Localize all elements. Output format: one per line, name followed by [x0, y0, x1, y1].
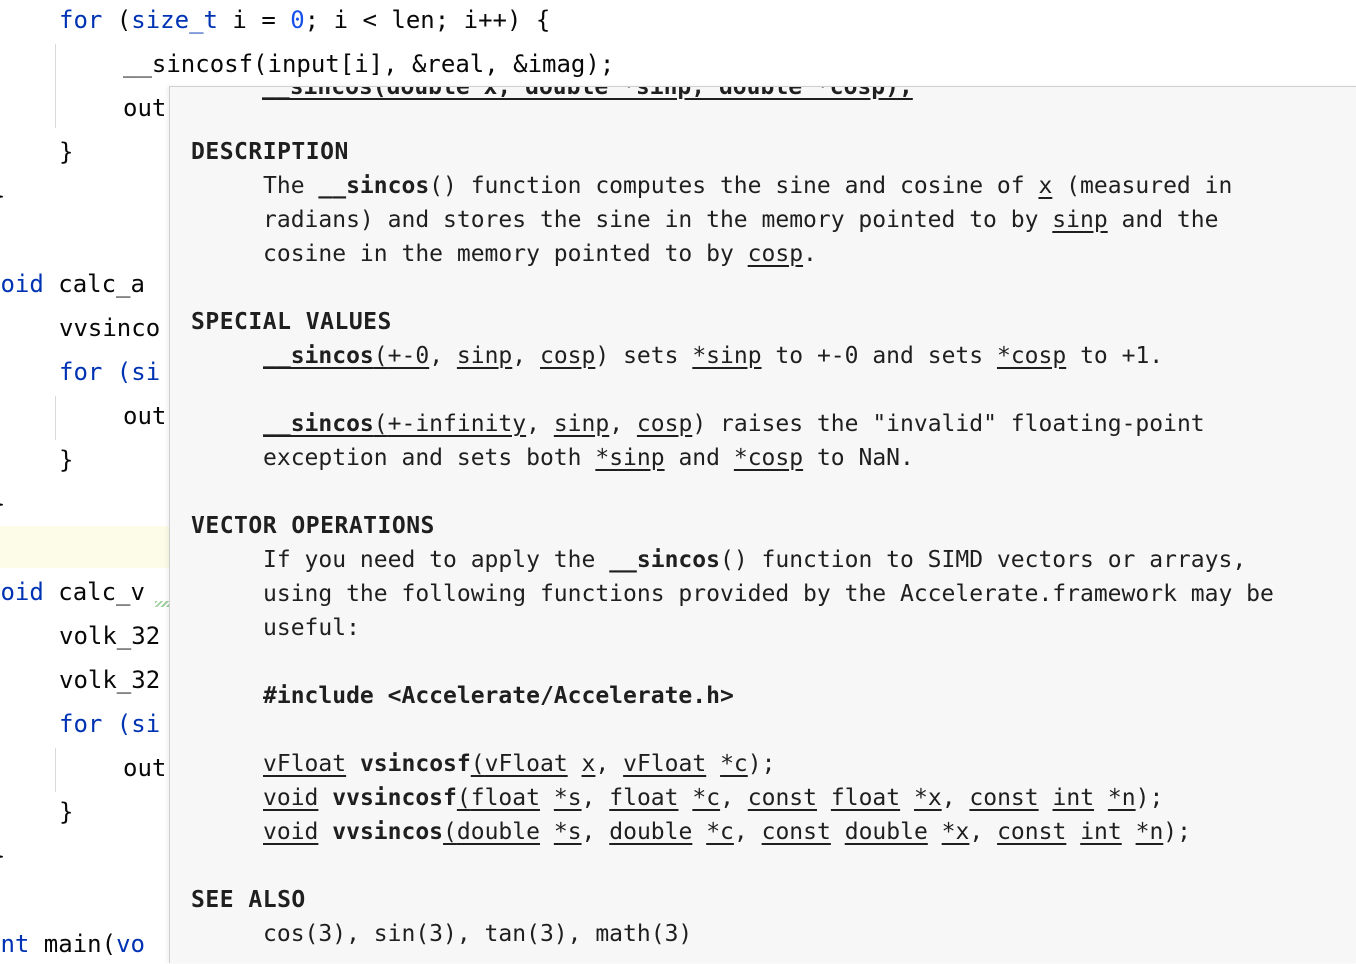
function-signature: void vvsincos(double *s, double *c, cons… — [263, 819, 1191, 845]
code-line[interactable]: } — [0, 484, 5, 524]
code-line[interactable]: volk_32 — [59, 616, 160, 656]
doc-text-line: exception and sets both *sinp and *cosp … — [263, 445, 914, 471]
code-line[interactable]: __sincosf(input[i], &real, &imag); — [123, 44, 614, 84]
doc-text-line: __sincos(+-infinity, sinp, cosp) raises … — [263, 411, 1205, 437]
include-directive: #include <Accelerate/Accelerate.h> — [263, 683, 734, 709]
see-also-links[interactable]: cos(3), sin(3), tan(3), math(3) — [263, 917, 692, 951]
code-line[interactable]: int main(vo — [0, 924, 145, 964]
code-line[interactable]: for (si — [59, 704, 160, 744]
code-line[interactable]: void calc_a — [0, 264, 145, 304]
doc-text-line: using the following functions provided b… — [263, 581, 1274, 607]
code-line[interactable]: out — [123, 396, 166, 436]
doc-text-line: radians) and stores the sine in the memo… — [263, 207, 1219, 233]
code-line[interactable]: } — [0, 176, 5, 216]
keyword: void — [0, 578, 44, 606]
code-line[interactable]: vvsinco — [59, 308, 160, 348]
doc-text-line: useful: — [263, 615, 360, 641]
code-line[interactable]: out — [123, 88, 166, 128]
code-line[interactable]: volk_32 — [59, 660, 160, 700]
keyword: void — [0, 270, 44, 298]
function-signature: void vvsincosf(float *s, float *c, const… — [263, 785, 1164, 811]
documentation-popup[interactable]: __sincos(double x, double *sinp, double … — [169, 86, 1356, 963]
keyword: for — [59, 710, 103, 738]
man-page-content: __sincos(double x, double *sinp, double … — [191, 87, 1274, 947]
section-heading-special-values: SPECIAL VALUES — [191, 309, 392, 335]
keyword: int — [0, 930, 30, 958]
current-line-highlight — [0, 526, 170, 568]
synopsis-line: __sincos(double x, double *sinp, double … — [262, 86, 913, 100]
code-line[interactable]: } — [59, 440, 73, 480]
section-heading-see-also: SEE ALSO — [191, 887, 306, 913]
doc-text-line: The __sincos() function computes the sin… — [263, 173, 1233, 199]
number-literal: 0 — [290, 6, 305, 34]
section-heading-vector-operations: VECTOR OPERATIONS — [191, 513, 435, 539]
code-line[interactable]: } — [0, 836, 5, 876]
code-line[interactable]: out — [123, 748, 166, 788]
keyword: for — [59, 6, 103, 34]
section-heading-description: DESCRIPTION — [191, 139, 349, 165]
code-line[interactable]: } — [59, 792, 73, 832]
keyword: for — [59, 358, 103, 386]
indent-guide — [55, 396, 56, 440]
type-name: size_t — [131, 6, 218, 34]
code-line[interactable]: for (si — [59, 352, 160, 392]
indent-guide — [55, 748, 56, 792]
doc-text-line: If you need to apply the __sincos() func… — [263, 547, 1247, 573]
code-line[interactable]: } — [59, 132, 73, 172]
code-line[interactable]: void calc_v — [0, 572, 145, 612]
doc-text-line: __sincos(+-0, sinp, cosp) sets *sinp to … — [263, 343, 1164, 369]
code-line[interactable]: for (size_t i = 0; i < len; i++) { — [59, 0, 550, 40]
function-signature: vFloat vsincosf(vFloat x, vFloat *c); — [263, 751, 776, 777]
doc-text-line: cosine in the memory pointed to by cosp. — [263, 241, 817, 267]
indent-guide — [55, 44, 56, 128]
